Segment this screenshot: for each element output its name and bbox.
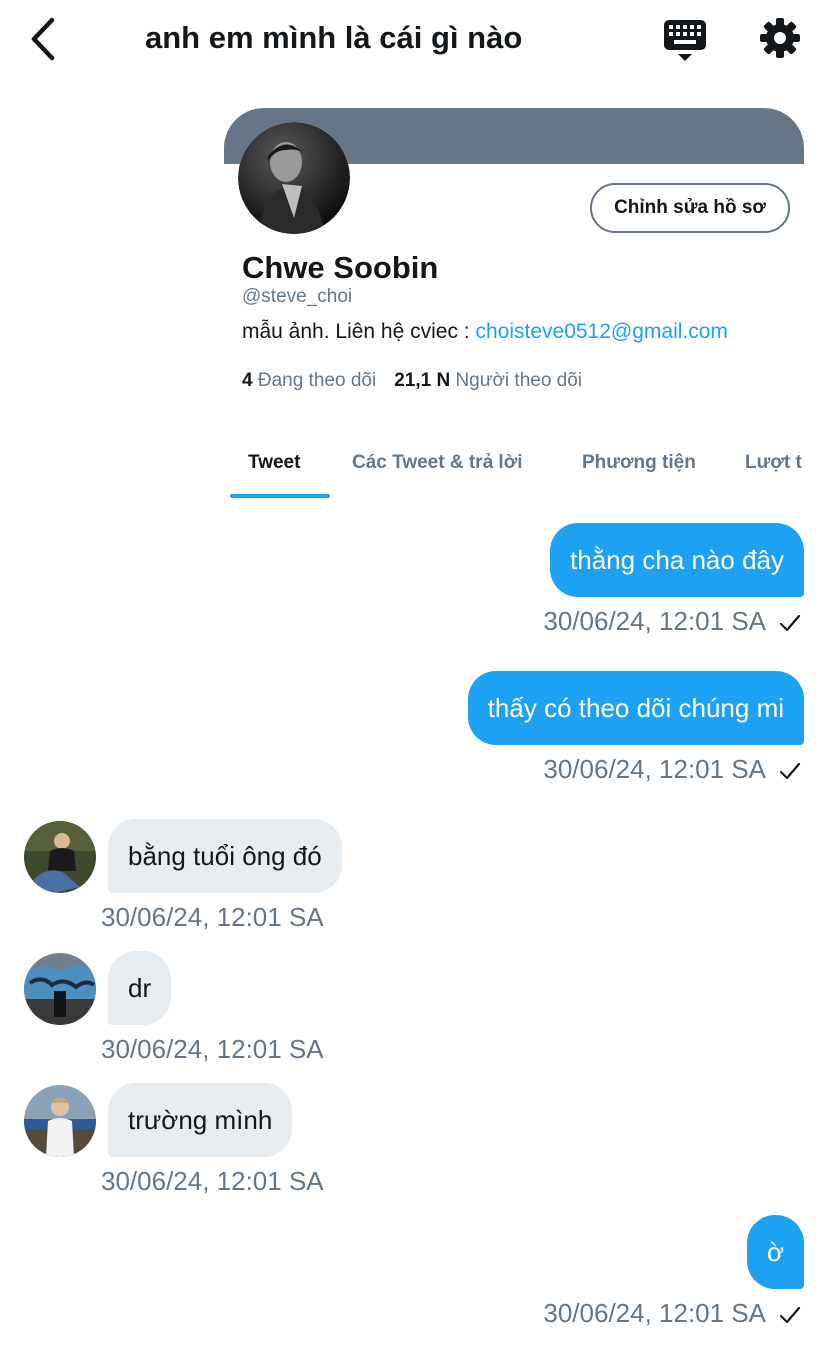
message-bubble-incoming[interactable]: bằng tuổi ông đó [108,819,342,893]
message-timestamp: 30/06/24, 12:01 SA [101,1034,324,1064]
tab-likes[interactable]: Lượt t [745,452,802,474]
read-check-icon [779,762,801,780]
tab-media[interactable]: Phương tiện [582,452,696,474]
avatar-photo [24,1085,96,1157]
conversation-title: anh em mình là cái gì nào [145,20,523,55]
following-label: Đang theo dõi [257,370,377,391]
tab-tweet[interactable]: Tweet [248,452,300,474]
chevron-left-icon [31,17,55,61]
following-count: 4 [242,370,253,391]
bio-email-link[interactable]: choisteve0512@gmail.com [475,320,727,343]
bio-text: mẫu ảnh. Liên hệ cviec : [242,320,476,343]
followers-count: 21,1 N [394,370,451,391]
gear-icon [760,18,800,58]
profile-handle: @steve_choi [242,286,353,307]
profile-stats: 4 Đang theo dõi 21,1 N Người theo dõi [242,370,582,392]
profile-card[interactable]: Chỉnh sửa hồ sơ Chwe Soobin @steve_choi … [224,108,804,500]
profile-bio: mẫu ảnh. Liên hệ cviec : choisteve0512@g… [242,320,728,344]
message-bubble-incoming[interactable]: trường mình [108,1083,293,1157]
header-bar: anh em mình là cái gì nào [0,0,828,80]
followers-label: Người theo dõi [455,370,583,391]
dm-conversation-screen: anh em mình là cái gì nào Chỉnh sửa hồ s… [0,0,828,1360]
profile-name: Chwe Soobin [242,250,439,285]
keyboard-button[interactable] [660,16,710,64]
followers-stat[interactable]: 21,1 N Người theo dõi [394,370,582,391]
read-check-icon [779,614,801,632]
message-timestamp: 30/06/24, 12:01 SA [543,1298,766,1328]
avatar-photo [24,821,96,893]
profile-photo [238,122,350,234]
tab-tweets-and-replies[interactable]: Các Tweet & trả lời [352,452,522,474]
keyboard-icon [664,20,706,61]
message-bubble-outgoing[interactable]: thấy có theo dõi chúng mi [467,671,804,745]
profile-avatar[interactable] [238,122,350,234]
profile-tabs: Tweet Các Tweet & trả lời Phương tiện Lư… [230,438,804,500]
message-timestamp: 30/06/24, 12:01 SA [543,754,766,784]
sender-avatar[interactable] [24,1085,96,1157]
read-check-icon [779,1306,801,1324]
avatar-photo [24,953,96,1025]
following-stat[interactable]: 4 Đang theo dõi [242,370,376,391]
settings-button[interactable] [756,14,804,62]
sender-avatar[interactable] [24,953,96,1025]
sender-avatar[interactable] [24,821,96,893]
message-timestamp: 30/06/24, 12:01 SA [101,902,324,932]
message-bubble-outgoing[interactable]: ờ [746,1215,804,1289]
active-tab-indicator [230,494,330,498]
message-bubble-outgoing[interactable]: thằng cha nào đây [550,523,804,597]
edit-profile-button[interactable]: Chỉnh sửa hồ sơ [590,183,790,233]
back-button[interactable] [22,14,66,64]
message-timestamp: 30/06/24, 12:01 SA [543,606,766,636]
message-bubble-incoming[interactable]: dr [108,951,172,1025]
message-timestamp: 30/06/24, 12:01 SA [101,1166,324,1196]
